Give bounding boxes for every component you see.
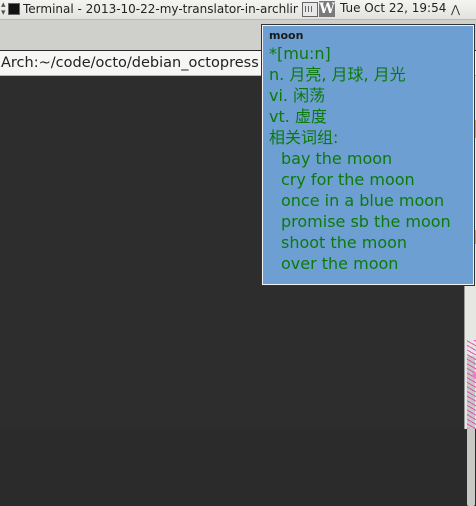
desktop-wallpaper-edge — [467, 340, 476, 429]
dict-phonetic: *[mu:n] — [269, 44, 331, 63]
keyboard-icon[interactable] — [302, 2, 318, 17]
dict-definition: n. 月亮, 月球, 月光 — [269, 65, 406, 84]
dict-phrase: promise sb the moon — [281, 212, 451, 231]
dict-definition: vt. 虚度 — [269, 107, 327, 126]
dict-phrase: bay the moon — [281, 149, 393, 168]
terminal-icon — [8, 3, 20, 15]
dict-phrases-heading: 相关词组: — [269, 128, 339, 147]
translator-tray-icon[interactable]: W — [319, 1, 335, 17]
network-icon[interactable]: ⋀ — [451, 3, 460, 16]
dict-content: *[mu:n] n. 月亮, 月球, 月光 vi. 闲荡 vt. 虚度 相关词组… — [269, 43, 473, 274]
top-panel: ▴ ▾ Terminal - 2013-10-22-my-translator-i… — [0, 0, 476, 20]
dict-phrase: shoot the moon — [281, 233, 408, 252]
dict-word: moon — [269, 29, 304, 42]
taskbar-terminal-button[interactable]: Terminal - 2013-10-22-my-translator-in-a… — [8, 1, 298, 17]
dict-phrase: cry for the moon — [281, 170, 415, 189]
clock[interactable]: Tue Oct 22, 19:54 — [340, 1, 446, 15]
dict-phrase: over the moon — [281, 254, 399, 273]
dict-phrase: once in a blue moon — [281, 191, 445, 210]
scroll-arrows-icon[interactable]: ▴ ▾ — [1, 1, 6, 18]
dict-definition: vi. 闲荡 — [269, 86, 326, 105]
taskbar-terminal-label: Terminal - 2013-10-22-my-translator-in-a… — [23, 2, 298, 16]
dictionary-popup[interactable]: moon *[mu:n] n. 月亮, 月球, 月光 vi. 闲荡 vt. 虚度… — [262, 25, 474, 285]
